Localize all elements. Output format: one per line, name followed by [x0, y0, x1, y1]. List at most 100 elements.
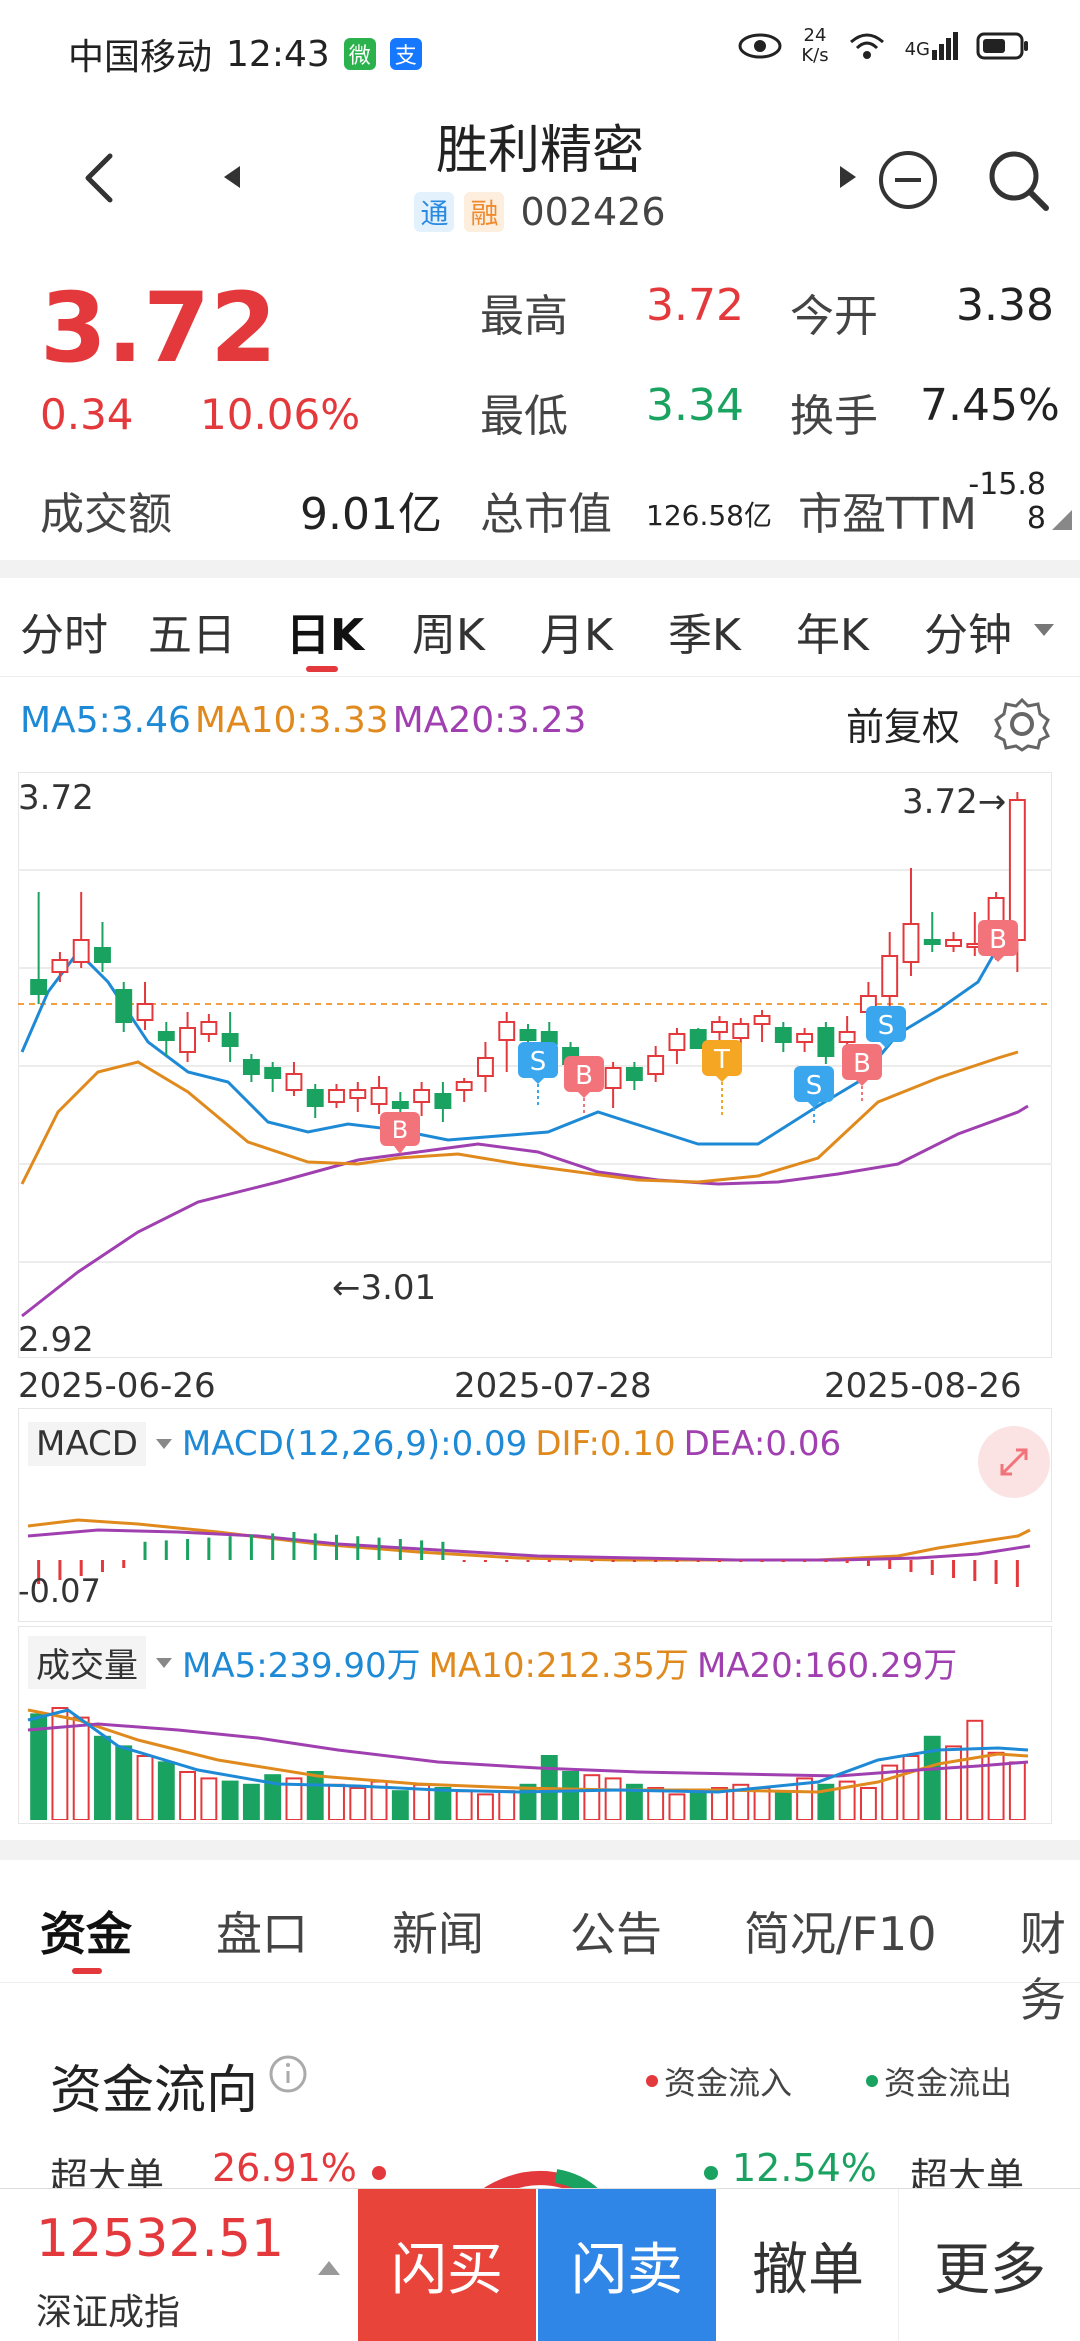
vol-ma20: MA20:160.29万: [696, 1646, 958, 1686]
volume-bar: [179, 1771, 197, 1820]
volume-bar: [668, 1793, 686, 1820]
candle-body: [413, 1089, 431, 1103]
turnover-value: 7.45%: [920, 380, 1060, 431]
low-price-marker: ←3.01: [332, 1268, 437, 1308]
pe-label: 市盈TTM: [798, 489, 977, 540]
s-marker[interactable]: S: [518, 1042, 558, 1108]
flash-sell-button[interactable]: 闪卖: [538, 2189, 716, 2341]
svg-text:T: T: [713, 1045, 730, 1075]
info-icon[interactable]: [268, 2054, 308, 2094]
tab-xinwen[interactable]: 新闻: [392, 1898, 484, 1964]
volume-bar: [136, 1755, 154, 1820]
s-marker[interactable]: S: [794, 1066, 834, 1126]
capital-flow-title: 资金流向: [50, 2061, 259, 2121]
tab-wuri[interactable]: 五日: [148, 599, 236, 663]
s-marker[interactable]: S: [866, 1006, 906, 1066]
volume-bar: [1008, 1761, 1026, 1820]
b-marker[interactable]: B: [978, 920, 1018, 970]
tab-jik[interactable]: 季K: [668, 599, 741, 663]
tab-jiankuang[interactable]: 简况/F10: [744, 1898, 937, 1964]
volume-bar: [455, 1790, 473, 1820]
tabs-border: [0, 1982, 1080, 1983]
cell-signal-icon: 4G: [905, 32, 958, 60]
volume-selector[interactable]: 成交量: [28, 1636, 146, 1689]
b-marker[interactable]: B: [564, 1056, 604, 1116]
tab-pankou[interactable]: 盘口: [216, 1898, 308, 1964]
volume-bar: [72, 1716, 90, 1820]
next-stock-icon[interactable]: [836, 162, 860, 192]
candle-body: [72, 939, 90, 963]
volume-bar: [774, 1790, 792, 1820]
vol-ma10-line: [27, 1708, 1029, 1794]
volume-bar: [689, 1790, 707, 1820]
candle-body: [753, 1015, 771, 1025]
chevron-down-icon[interactable]: [1032, 622, 1056, 640]
tab-fenshi[interactable]: 分时: [20, 599, 108, 663]
chevron-down-icon[interactable]: [154, 1437, 174, 1451]
tab-gonggao[interactable]: 公告: [570, 1898, 662, 1964]
net-speed: 24 K/s: [801, 25, 829, 66]
vol-ma5: MA5:239.90万: [182, 1646, 421, 1686]
svg-text:B: B: [989, 925, 1007, 955]
volume-bar: [562, 1771, 580, 1820]
tab-zhouk[interactable]: 周K: [412, 599, 485, 663]
volume-bar: [391, 1790, 409, 1820]
remove-watchlist-icon[interactable]: [876, 148, 940, 212]
volume-bar: [51, 1707, 69, 1820]
status-left: 中国移动 12:43 微 支: [68, 28, 422, 80]
candle-body: [625, 1067, 643, 1081]
kline-tabs: 分时 五日 日K 周K 月K 季K 年K 分钟: [0, 586, 1080, 676]
chevron-down-icon[interactable]: [154, 1656, 174, 1670]
mktcap-label: 总市值: [480, 489, 612, 540]
eye-icon: [738, 33, 782, 59]
amount-label: 成交额: [40, 489, 172, 540]
volume-bar: [349, 1787, 367, 1820]
volume-bar: [859, 1787, 877, 1820]
legend-inflow: 资金流入: [646, 2058, 792, 2104]
section-divider: [0, 1840, 1080, 1860]
tab-yuek[interactable]: 月K: [540, 599, 613, 663]
low-label: 最低: [480, 391, 568, 442]
index-name[interactable]: 深证成指: [36, 2283, 180, 2335]
tab-fenzhong[interactable]: 分钟: [924, 599, 1012, 663]
flash-buy-button[interactable]: 闪买: [358, 2189, 536, 2341]
candle-body: [221, 1033, 239, 1047]
candle-body: [51, 959, 69, 973]
tab-caiwu[interactable]: 财务: [1020, 1898, 1080, 2030]
search-icon[interactable]: [984, 146, 1054, 216]
candle-body: [264, 1067, 282, 1079]
candle-body: [115, 989, 133, 1023]
candle-body: [817, 1027, 835, 1057]
info-tabs: 资金 盘口 新闻 公告 简况/F10 财务: [0, 1880, 1080, 2027]
b-marker[interactable]: B: [380, 1112, 420, 1162]
index-value[interactable]: 12532.51: [36, 2209, 284, 2269]
candle-body: [370, 1087, 388, 1105]
candle-body: [179, 1027, 197, 1053]
battery-icon: [976, 32, 1028, 60]
tab-zijin[interactable]: 资金: [40, 1898, 132, 1964]
candle-body: [477, 1057, 494, 1077]
chevron-up-icon[interactable]: [316, 2257, 342, 2277]
pe-value: -15.88: [968, 467, 1046, 536]
volume-bar: [157, 1761, 175, 1820]
candle-body: [838, 1031, 856, 1043]
volume-bar: [328, 1783, 345, 1820]
price-change-pct: 10.06%: [200, 390, 361, 439]
volume-bar: [647, 1787, 665, 1820]
tab-niank[interactable]: 年K: [796, 599, 869, 663]
adjust-mode[interactable]: 前复权: [846, 696, 960, 751]
gear-icon[interactable]: [994, 696, 1050, 752]
more-button[interactable]: 更多: [900, 2189, 1080, 2341]
macd-histogram: [27, 1518, 1031, 1587]
cancel-order-button[interactable]: 撤单: [718, 2189, 899, 2341]
price-change: 0.34: [40, 390, 134, 439]
price-axis-top: 3.72: [18, 778, 94, 818]
high-value: 3.72: [646, 280, 744, 331]
macd-selector[interactable]: MACD: [28, 1422, 146, 1466]
high-label: 最高: [480, 291, 568, 342]
section-divider: [0, 560, 1080, 578]
tab-rik[interactable]: 日K: [286, 599, 364, 663]
t-marker[interactable]: T: [702, 1040, 742, 1116]
expand-corner-icon[interactable]: [1050, 508, 1074, 532]
bottom-bar: 12532.51 深证成指 闪买 闪卖 撤单 更多: [0, 2188, 1080, 2341]
